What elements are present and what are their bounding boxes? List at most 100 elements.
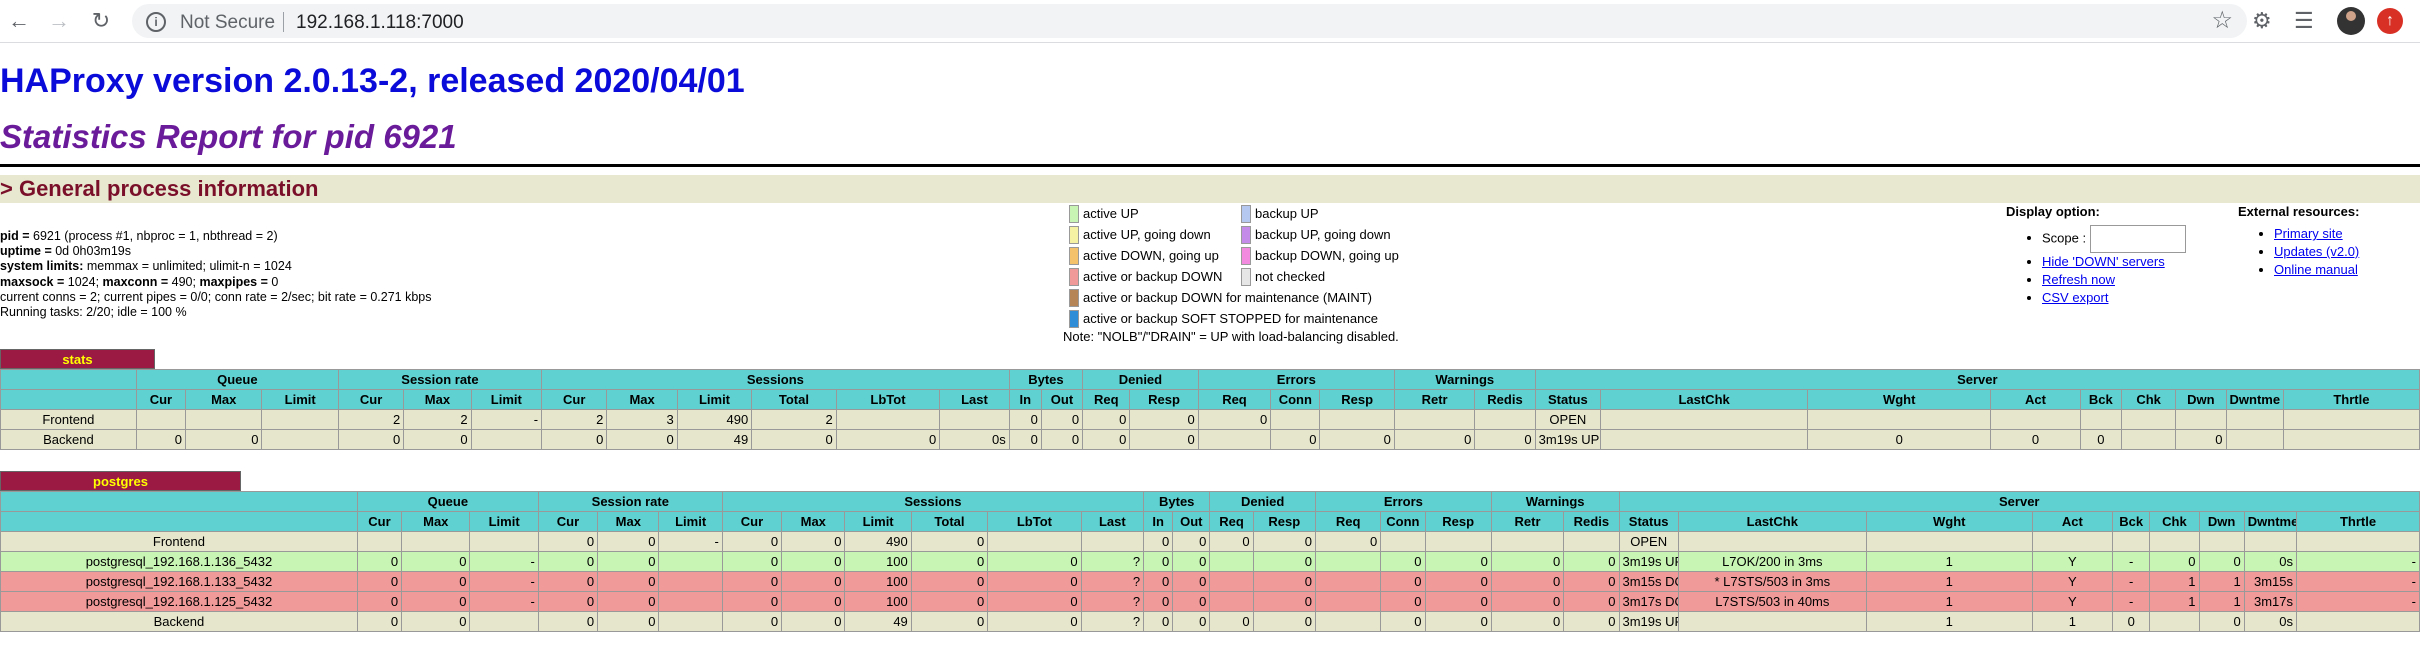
table-cell	[2149, 531, 2200, 552]
column-header: Resp	[1252, 511, 1316, 532]
reading-list-icon[interactable]: ☰	[2294, 8, 2314, 34]
address-bar[interactable]: i Not Secure 192.168.1.118:7000 ☆	[132, 4, 2247, 38]
table-cell: 0	[1563, 611, 1620, 632]
table-cell: 0	[1424, 611, 1492, 632]
reload-icon[interactable]: ↻	[86, 6, 116, 36]
primary-site-link[interactable]: Primary site	[2274, 226, 2343, 241]
table-cell	[1380, 531, 1426, 552]
column-header: Redis	[1563, 511, 1620, 532]
column-header: LastChk	[1600, 389, 1809, 410]
row-name[interactable]: postgresql_192.168.1.133_5432	[0, 571, 358, 592]
table-cell	[1209, 571, 1254, 592]
group-header: Denied	[1209, 491, 1316, 512]
column-header: Act	[1990, 389, 2081, 410]
table-cell: 0	[1490, 551, 1565, 572]
hide-down-servers-link[interactable]: Hide 'DOWN' servers	[2042, 254, 2165, 269]
stats-stats-table: Queue Session rate Sessions Bytes Denied Erro…	[0, 369, 2420, 450]
column-header: Resp	[1424, 511, 1492, 532]
table-cell: 0	[537, 591, 599, 612]
table-cell	[2120, 429, 2177, 450]
table-cell	[2079, 409, 2122, 430]
row-name[interactable]: postgresql_192.168.1.125_5432	[0, 591, 358, 612]
table-cell: 0	[1172, 611, 1211, 632]
group-header: Session rate	[337, 369, 543, 390]
table-cell	[469, 611, 539, 632]
online-manual-link[interactable]: Online manual	[2274, 262, 2358, 277]
table-cell	[2120, 409, 2177, 430]
extensions-icon[interactable]: ⚙	[2252, 8, 2272, 34]
updates-link[interactable]: Updates (v2.0)	[2274, 244, 2359, 259]
legend-item: active or backup DOWN	[1069, 268, 1222, 286]
column-header: LbTot	[987, 511, 1082, 532]
table-cell: 0	[403, 429, 472, 450]
star-icon[interactable]: ☆	[2211, 6, 2233, 35]
row-name[interactable]: Frontend	[0, 409, 137, 430]
legend-swatch	[1069, 247, 1079, 265]
avatar-icon[interactable]	[2337, 7, 2365, 35]
table-cell: -	[2296, 571, 2420, 592]
table-cell: 3m19s UP	[1534, 429, 1602, 450]
group-header: Session rate	[537, 491, 723, 512]
table-cell: 1	[2149, 591, 2200, 612]
legend-note: Note: "NOLB"/"DRAIN" = UP with load-bala…	[1063, 329, 1399, 344]
table-cell: ?	[1080, 551, 1145, 572]
legend-swatch	[1069, 289, 1079, 307]
legend-label: active UP, going down	[1083, 227, 1211, 242]
column-header: LbTot	[835, 389, 941, 410]
postgres-proxy-title[interactable]: postgres	[0, 471, 241, 491]
table-cell	[1677, 531, 1867, 552]
table-cell	[658, 591, 723, 612]
table-cell: 0	[1040, 409, 1084, 430]
table-cell: 0	[1252, 551, 1316, 572]
table-cell: 0	[597, 611, 660, 632]
table-cell: ?	[1080, 591, 1145, 612]
table-cell: 3m15s	[2243, 571, 2298, 592]
url-text[interactable]: 192.168.1.118:7000	[296, 12, 464, 34]
table-cell	[835, 409, 941, 430]
group-header: Queue	[356, 491, 539, 512]
info-icon[interactable]: i	[146, 12, 166, 32]
table-cell	[135, 409, 187, 430]
table-cell	[1314, 611, 1382, 632]
pid-value: 6921 (process #1, nbproc = 1, nbthread =…	[33, 229, 278, 243]
link-item: Online manual	[2274, 261, 2359, 279]
table-cell: 0	[910, 591, 989, 612]
table-cell: 0	[1082, 409, 1131, 430]
table-cell: 0	[1563, 551, 1620, 572]
row-name[interactable]: Frontend	[0, 531, 358, 552]
group-header: Denied	[1082, 369, 1199, 390]
table-cell: 0	[1490, 571, 1565, 592]
table-cell: 0	[1252, 591, 1316, 612]
table-cell: 0	[597, 531, 660, 552]
table-cell	[1474, 409, 1536, 430]
table-cell: ?	[1080, 611, 1145, 632]
back-icon[interactable]: ←	[4, 6, 34, 36]
table-cell	[261, 429, 339, 450]
table-cell: 0	[1424, 571, 1492, 592]
table-cell: 0	[185, 429, 263, 450]
section-heading: > General process information	[0, 175, 2420, 203]
row-name[interactable]: Backend	[0, 429, 137, 450]
column-header: Wght	[1807, 389, 1992, 410]
scope-input[interactable]	[2090, 225, 2187, 253]
row-name[interactable]: Backend	[0, 611, 358, 632]
table-cell: 0	[1563, 571, 1620, 592]
row-name[interactable]: postgresql_192.168.1.136_5432	[0, 551, 358, 572]
header-cell	[0, 369, 137, 390]
display-options: Display option: Scope : Hide 'DOWN' serv…	[2006, 204, 2187, 307]
table-cell: 0	[401, 591, 471, 612]
table-cell: -	[658, 531, 723, 552]
update-icon[interactable]: ↑	[2377, 8, 2403, 34]
stats-proxy-title[interactable]: stats	[0, 349, 155, 369]
column-header: Total	[910, 511, 989, 532]
table-cell	[2149, 611, 2200, 632]
table-cell: 0	[2198, 551, 2245, 572]
table-cell: 0	[541, 429, 608, 450]
csv-export-link[interactable]: CSV export	[2042, 290, 2108, 305]
table-cell: 0	[537, 571, 599, 592]
table-cell: 0	[721, 571, 783, 592]
refresh-now-link[interactable]: Refresh now	[2042, 272, 2115, 287]
table-cell: 0	[1990, 429, 2081, 450]
forward-icon[interactable]: →	[44, 6, 74, 36]
column-header: Wght	[1865, 511, 2033, 532]
